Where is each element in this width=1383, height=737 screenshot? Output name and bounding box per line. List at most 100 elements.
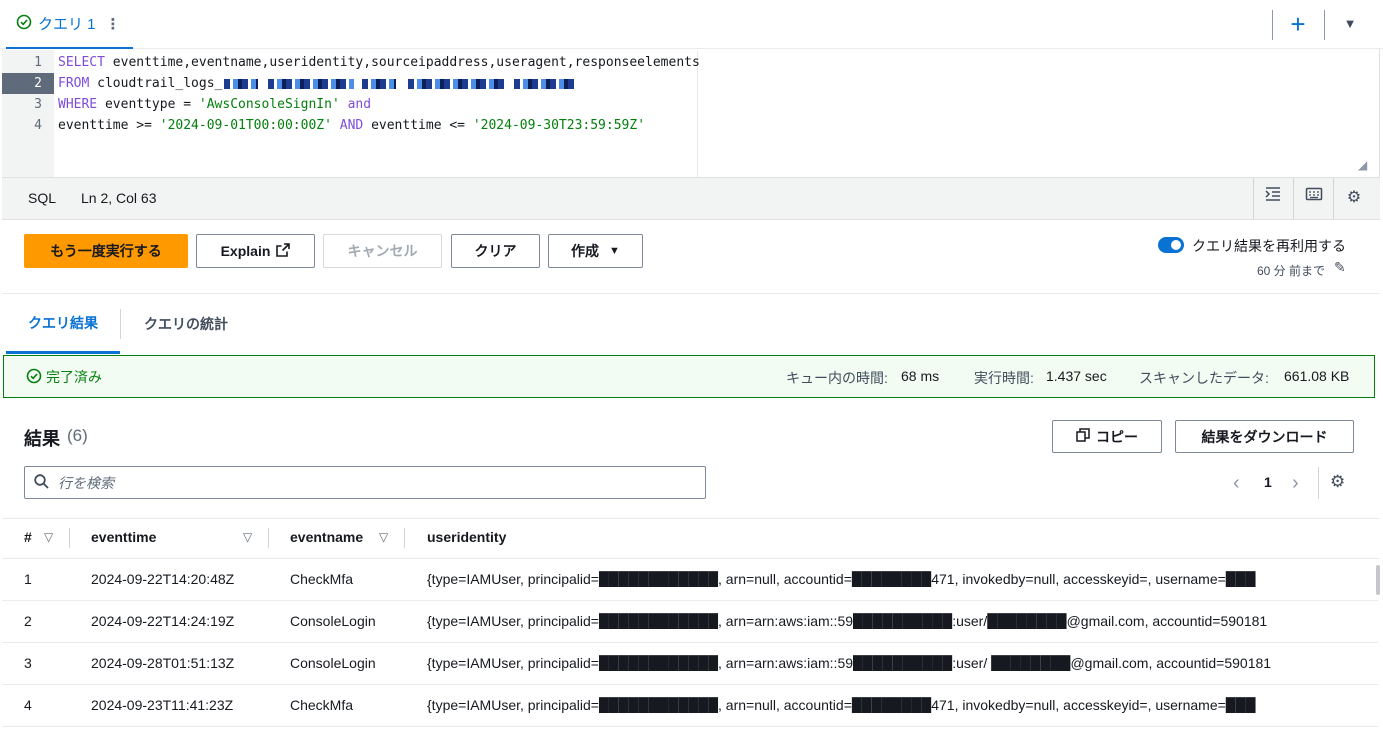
cell-eventtime: 2024-09-22T14:20:48Z	[91, 571, 235, 587]
check-circle-icon	[26, 368, 42, 387]
table-scrollbar[interactable]	[1376, 565, 1380, 595]
redacted-text	[362, 78, 397, 89]
editor-status-bar	[2, 177, 1380, 220]
editor-line[interactable]: 4 eventtime >= '2024-09-01T00:00:00Z' AN…	[2, 115, 1378, 136]
format-indent-icon[interactable]	[1260, 186, 1286, 210]
copy-button[interactable]: コピー	[1052, 420, 1162, 453]
sql-string: '2024-09-01T00:00:00Z'	[159, 118, 332, 133]
external-link-icon	[276, 242, 291, 260]
divider	[1293, 178, 1294, 219]
caret-down-icon: ▼	[609, 245, 620, 257]
exec-time-label: 実行時間:	[974, 370, 1034, 386]
tab-query-results[interactable]: クエリ結果	[6, 294, 120, 354]
editor-line-active[interactable]: 2 FROM cloudtrail_logs_	[2, 73, 1378, 94]
explain-button[interactable]: Explain	[196, 234, 315, 268]
results-title: 結果	[24, 429, 60, 449]
divider	[1318, 467, 1319, 499]
line-number: 2	[2, 73, 54, 94]
editor-line[interactable]: 3 WHERE eventtype = 'AwsConsoleSignIn' a…	[2, 94, 1378, 115]
row-index: 2	[24, 613, 32, 629]
keyboard-icon[interactable]	[1301, 186, 1327, 210]
run-again-button[interactable]: もう一度実行する	[24, 234, 188, 268]
cell-useridentity: {type=IAMUser, principalid=████████████,…	[427, 655, 1272, 671]
redacted-text	[224, 78, 259, 89]
chevron-down-icon[interactable]: ▼	[1338, 12, 1362, 36]
copy-icon	[1076, 428, 1090, 445]
query-tab[interactable]: クエリ 1 ⋮	[6, 0, 133, 49]
line-number: 3	[34, 97, 42, 112]
column-resizer[interactable]	[268, 528, 269, 548]
chevron-right-icon[interactable]: ›	[1292, 472, 1299, 495]
clear-button[interactable]: クリア	[451, 234, 540, 268]
cell-useridentity: {type=IAMUser, principalid=████████████,…	[427, 571, 1256, 587]
redacted-text	[514, 78, 575, 89]
completed-status-label: 完了済み	[46, 369, 102, 385]
query-tab-label: クエリ 1	[38, 16, 96, 33]
row-index: 1	[24, 571, 32, 587]
column-header-useridentity[interactable]: useridentity	[427, 529, 506, 545]
row-search-input[interactable]	[58, 467, 698, 498]
sql-text: eventtime,eventname,useridentity,sourcei…	[104, 55, 700, 70]
sql-text: cloudtrail_logs_	[89, 76, 223, 91]
queue-time-value: 68 ms	[901, 368, 940, 384]
editor-line[interactable]: 1 SELECT eventtime,eventname,useridentit…	[2, 52, 1378, 73]
tab-query-stats[interactable]: クエリの統計	[121, 294, 251, 354]
table-settings-gear-icon[interactable]: ⚙	[1330, 472, 1345, 492]
sort-caret-icon[interactable]: ▽	[379, 530, 388, 544]
divider	[1253, 178, 1254, 219]
sort-caret-icon[interactable]: ▽	[243, 530, 252, 544]
add-query-tab-button[interactable]: +	[1284, 9, 1312, 39]
sql-keyword: WHERE	[58, 97, 98, 112]
row-index: 3	[24, 655, 32, 671]
divider	[1324, 10, 1325, 40]
copy-label: コピー	[1096, 428, 1138, 445]
completed-status: 完了済み	[26, 367, 102, 387]
sql-keyword: FROM	[58, 76, 90, 91]
search-icon	[34, 474, 49, 493]
reuse-results-label: クエリ結果を再利用する	[1192, 238, 1346, 254]
chevron-left-icon[interactable]: ‹	[1233, 472, 1240, 495]
download-results-button[interactable]: 結果をダウンロード	[1175, 420, 1354, 453]
tab-menu-icon[interactable]: ⋮	[106, 15, 121, 33]
reuse-results-toggle[interactable]	[1158, 237, 1184, 253]
redacted-text	[268, 78, 355, 89]
queue-time-label: キュー内の時間:	[786, 370, 888, 386]
cell-eventname: CheckMfa	[290, 697, 354, 713]
column-header-eventname[interactable]: eventname	[290, 529, 363, 545]
sort-caret-icon[interactable]: ▽	[44, 530, 53, 544]
cell-eventtime: 2024-09-22T14:24:19Z	[91, 613, 235, 629]
sql-string: '2024-09-30T23:59:59Z'	[472, 118, 646, 133]
language-label: SQL	[28, 190, 57, 206]
edit-pencil-icon[interactable]: ✎	[1334, 259, 1346, 276]
create-label: 作成	[571, 243, 600, 259]
column-resizer[interactable]	[404, 528, 405, 548]
cursor-position: Ln 2, Col 63	[81, 190, 157, 206]
cell-eventname: ConsoleLogin	[290, 613, 376, 629]
column-header-eventtime[interactable]: eventtime	[91, 529, 156, 545]
divider	[1333, 178, 1334, 219]
create-dropdown-button[interactable]: 作成 ▼	[548, 234, 643, 268]
line-number: 1	[34, 55, 42, 70]
cancel-button[interactable]: キャンセル	[323, 234, 442, 268]
cell-eventtime: 2024-09-28T01:51:13Z	[91, 655, 235, 671]
sql-text: eventtype =	[97, 97, 199, 112]
resize-handle-icon[interactable]: ◢	[1358, 158, 1367, 172]
cell-eventname: CheckMfa	[290, 571, 354, 587]
cell-useridentity: {type=IAMUser, principalid=████████████,…	[427, 697, 1256, 713]
row-index: 4	[24, 697, 32, 713]
results-count: (6)	[67, 426, 88, 445]
column-header-index[interactable]: #	[24, 529, 32, 545]
sql-keyword: AND	[331, 118, 364, 133]
redacted-text	[408, 78, 507, 89]
sql-text: eventtime >=	[58, 118, 160, 133]
settings-gear-icon[interactable]: ⚙	[1341, 186, 1367, 210]
exec-time-value: 1.437 sec	[1046, 368, 1107, 384]
sql-text: eventtime <=	[363, 118, 473, 133]
current-page[interactable]: 1	[1264, 474, 1272, 490]
cell-eventname: ConsoleLogin	[290, 655, 376, 671]
column-resizer[interactable]	[69, 528, 70, 548]
check-circle-icon	[16, 14, 32, 34]
sql-keyword: SELECT	[58, 55, 105, 70]
table-header	[2, 518, 1380, 559]
line-number: 4	[34, 118, 42, 133]
